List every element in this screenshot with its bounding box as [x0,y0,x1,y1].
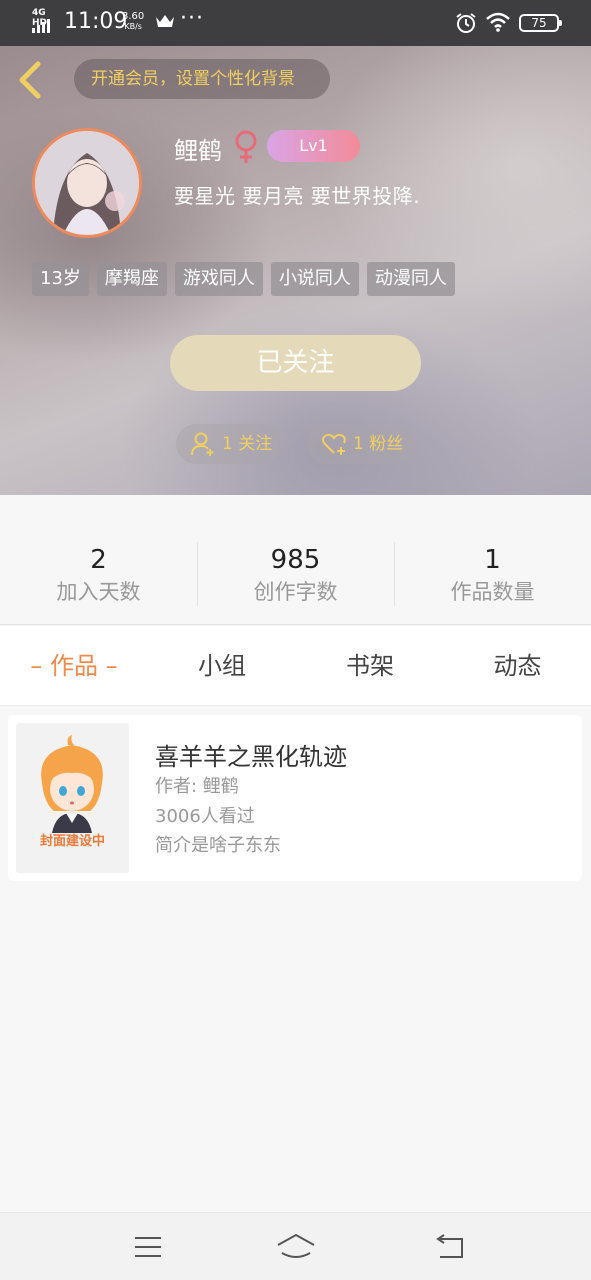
username: 鲤鹤 [174,137,222,165]
network-speed: 3.60 KB/s [122,11,145,32]
clock: 11:09 [64,9,128,34]
tag-age: 13岁 [32,262,89,296]
tag-list: 13岁 摩羯座 游戏同人 小说同人 动漫同人 [32,262,455,296]
profile-tabs: – 作品 – 小组 书架 动态 [0,626,591,706]
fans-count-button[interactable]: 1 粉丝 [307,424,415,464]
back-button[interactable] [14,60,48,100]
alarm-icon [455,12,477,38]
cover-placeholder-text: 封面建设中 [39,834,105,849]
menu-button[interactable] [128,1231,168,1263]
cover-placeholder-image [41,735,103,833]
following-count: 1 关注 [222,434,273,454]
work-author: 作者: 鲤鹤 [155,776,239,797]
female-icon [232,130,260,168]
tag-anime-fanfic: 动漫同人 [366,262,455,296]
profile-header: 开通会员，设置个性化背景 鲤鹤 Lv1 要星光 要月亮 要世界投降. 13岁 摩… [0,46,591,495]
works-list: 封面建设中 喜羊羊之黑化轨迹 作者: 鲤鹤 3006人看过 简介是啥子东东 [0,707,591,1212]
tab-activity[interactable]: 动态 [444,626,591,706]
more-icon: ··· [180,6,204,31]
menu-icon [135,1237,161,1257]
level-badge: Lv1 [267,130,360,162]
battery-icon: 75 [519,14,562,32]
stat-word-count: 985 创作字数 [253,545,338,604]
tag-zodiac: 摩羯座 [96,262,167,296]
stat-works-count: 1 作品数量 [450,545,535,604]
home-button[interactable] [276,1231,316,1263]
fans-count: 1 粉丝 [353,434,404,454]
back-nav-button[interactable] [430,1231,470,1263]
stat-days-joined: 2 加入天数 [56,545,141,604]
back-icon [436,1234,463,1258]
follow-button[interactable]: 已关注 [170,335,421,391]
system-nav-bar [0,1212,591,1280]
user-add-icon [191,432,214,456]
chevron-left-icon [19,61,41,99]
signal-icon: 4G HD [32,8,58,33]
tag-game-fanfic: 游戏同人 [174,262,263,296]
avatar[interactable] [32,128,142,238]
user-bio: 要星光 要月亮 要世界投降. [174,184,421,208]
tab-groups[interactable]: 小组 [148,626,296,706]
work-card[interactable]: 封面建设中 喜羊羊之黑化轨迹 作者: 鲤鹤 3006人看过 简介是啥子东东 [8,715,582,881]
tab-bookshelf[interactable]: 书架 [296,626,444,706]
tag-novel-fanfic: 小说同人 [270,262,359,296]
following-count-button[interactable]: 1 关注 [176,424,283,464]
avatar-image [35,131,139,235]
heart-add-icon [322,433,346,455]
work-views: 3006人看过 [155,806,255,827]
work-title[interactable]: 喜羊羊之黑化轨迹 [155,737,347,772]
stats-bar: 2 加入天数 985 创作字数 1 作品数量 [0,495,591,625]
status-bar: 4G HD 11:09 3.60 KB/s ··· 75 [0,0,591,46]
wifi-icon [485,12,511,36]
crown-icon [155,13,175,33]
home-icon [277,1233,315,1258]
tab-works[interactable]: – 作品 – [0,626,148,706]
work-summary: 简介是啥子东东 [155,835,281,856]
vip-background-banner[interactable]: 开通会员，设置个性化背景 [74,59,330,99]
work-cover: 封面建设中 [16,723,129,873]
